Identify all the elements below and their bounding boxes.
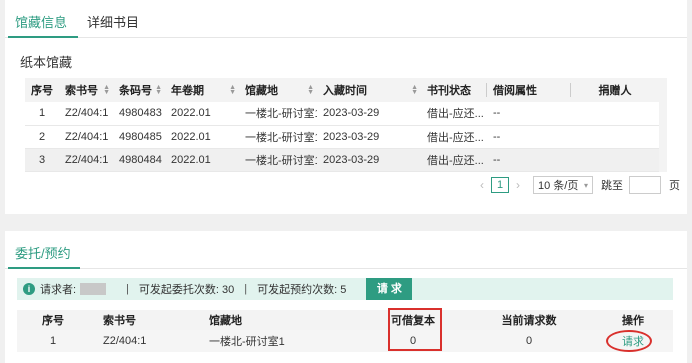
jump-label: 跳至 bbox=[601, 180, 623, 192]
next-page-icon[interactable]: › bbox=[511, 178, 525, 192]
holdings-table: 序号 索书号 ▲ ▼ 条码号 ▲ ▼ 年卷期 ▲ ▼ 馆藏地 ▲ ▼ 入藏时间 ▲ ▼ 书刊状态 借… bbox=[25, 78, 659, 172]
cell-call-number: Z2/404:1 bbox=[59, 102, 113, 126]
table-row: 1 Z2/404:1 一楼北-研讨室1 0 0 请求 bbox=[17, 330, 673, 352]
col-header-no: 序号 bbox=[17, 310, 89, 330]
section-title-paper-holdings: 纸本馆藏 bbox=[20, 55, 73, 70]
sort-icon[interactable]: ▲ ▼ bbox=[411, 84, 418, 96]
cell-call-number: Z2/404:1 bbox=[89, 330, 187, 352]
col-header-current-requests: 当前请求数 bbox=[465, 310, 593, 330]
page-number-current[interactable]: 1 bbox=[491, 177, 509, 193]
cell-location: 一楼北-研讨室1 bbox=[239, 148, 317, 172]
cell-volume: 2022.01 bbox=[165, 148, 239, 172]
cell-donor bbox=[571, 148, 659, 172]
cell-donor bbox=[571, 125, 659, 149]
active-tab-indicator bbox=[8, 267, 80, 269]
cell-status: 借出-应还... bbox=[421, 148, 487, 172]
requester-info-bar: i 请求者: | 可发起委托次数: 30 | 可发起预约次数: 5 请 求 bbox=[17, 278, 673, 300]
col-header-action: 操作 bbox=[593, 310, 673, 330]
chevron-down-icon: ▾ bbox=[583, 180, 588, 190]
col-header-date[interactable]: 入藏时间 ▲ ▼ bbox=[317, 78, 421, 102]
sort-icon[interactable]: ▲ ▼ bbox=[103, 84, 110, 96]
table-row[interactable]: 1 Z2/404:1 4980483 2022.01 一楼北-研讨室1 2023… bbox=[25, 102, 659, 126]
cell-loan-type: -- bbox=[487, 102, 571, 126]
cell-no: 1 bbox=[17, 330, 89, 352]
page-unit-label: 页 bbox=[669, 180, 680, 192]
table-row[interactable]: 2 Z2/404:1 4980485 2022.01 一楼北-研讨室1 2023… bbox=[25, 125, 659, 149]
pagination: ‹ 1 › 10 条/页 ▾ 跳至 页 bbox=[475, 176, 680, 194]
requester-name-redacted bbox=[80, 283, 107, 295]
cell-no: 1 bbox=[25, 102, 59, 126]
col-header-barcode[interactable]: 条码号 ▲ ▼ bbox=[113, 78, 165, 102]
request-button[interactable]: 请 求 bbox=[366, 278, 413, 300]
reservation-header-row: 序号 索书号 馆藏地 可借复本 当前请求数 操作 bbox=[17, 310, 673, 330]
sort-icon[interactable]: ▲ ▼ bbox=[155, 84, 162, 96]
cell-current-requests: 0 bbox=[465, 330, 593, 352]
separator: | bbox=[126, 283, 129, 295]
reserve-count-label: 可发起预约次数: 5 bbox=[257, 284, 347, 296]
col-header-call-number[interactable]: 索书号 ▲ ▼ bbox=[59, 78, 113, 102]
cell-date: 2023-03-29 bbox=[317, 148, 421, 172]
col-header-volume[interactable]: 年卷期 ▲ ▼ bbox=[165, 78, 239, 102]
highlight-ellipse-request-link bbox=[606, 330, 652, 352]
table-scrollbar[interactable] bbox=[659, 78, 667, 172]
cell-call-number: Z2/404:1 bbox=[59, 125, 113, 149]
cell-loan-type: -- bbox=[487, 148, 571, 172]
reservation-table: 序号 索书号 馆藏地 可借复本 当前请求数 操作 1 Z2/404:1 一楼北-… bbox=[17, 310, 673, 352]
cell-status: 借出-应还... bbox=[421, 102, 487, 126]
cell-volume: 2022.01 bbox=[165, 125, 239, 149]
cell-date: 2023-03-29 bbox=[317, 102, 421, 126]
col-header-location: 馆藏地 bbox=[187, 310, 361, 330]
active-tab-indicator bbox=[8, 36, 78, 38]
reservation-tab-title[interactable]: 委托/预约 bbox=[15, 243, 71, 262]
prev-page-icon[interactable]: ‹ bbox=[475, 178, 489, 192]
tab-holdings[interactable]: 馆藏信息 bbox=[15, 12, 67, 31]
tab-bibliography[interactable]: 详细书目 bbox=[87, 12, 139, 31]
cell-loan-type: -- bbox=[487, 125, 571, 149]
cell-location: 一楼北-研讨室1 bbox=[239, 102, 317, 126]
col-header-status[interactable]: 书刊状态 bbox=[421, 78, 487, 102]
page-size-value: 10 条/页 bbox=[538, 180, 579, 192]
reservation-panel: 委托/预约 i 请求者: | 可发起委托次数: 30 | 可发起预约次数: 5 … bbox=[5, 231, 687, 363]
divider bbox=[5, 268, 687, 269]
page-size-select[interactable]: 10 条/页 ▾ bbox=[533, 176, 593, 194]
col-header-location[interactable]: 馆藏地 ▲ ▼ bbox=[239, 78, 317, 102]
tab-bar: 馆藏信息 详细书目 bbox=[5, 0, 687, 38]
table-row[interactable]: 3 Z2/404:1 4980484 2022.01 一楼北-研讨室1 2023… bbox=[25, 148, 659, 172]
cell-barcode: 4980485 bbox=[113, 125, 165, 149]
separator: | bbox=[244, 283, 248, 295]
sort-icon[interactable]: ▲ ▼ bbox=[307, 84, 314, 96]
cell-date: 2023-03-29 bbox=[317, 125, 421, 149]
col-header-donor[interactable]: 捐赠人 bbox=[571, 78, 659, 102]
col-header-loan-type[interactable]: 借阅属性 bbox=[487, 78, 571, 102]
cell-volume: 2022.01 bbox=[165, 102, 239, 126]
requester-label: 请求者: bbox=[40, 284, 77, 296]
cell-status: 借出-应还... bbox=[421, 125, 487, 149]
holdings-panel: 馆藏信息 详细书目 纸本馆藏 序号 索书号 ▲ ▼ 条码号 ▲ ▼ 年卷期 ▲ ▼ 馆藏地 ▲… bbox=[5, 0, 687, 214]
holdings-header-row: 序号 索书号 ▲ ▼ 条码号 ▲ ▼ 年卷期 ▲ ▼ 馆藏地 ▲ ▼ 入藏时间 ▲ ▼ 书刊状态 借… bbox=[25, 78, 659, 102]
highlight-box-available-copies bbox=[388, 308, 442, 351]
cell-location: 一楼北-研讨室1 bbox=[187, 330, 361, 352]
cell-no: 2 bbox=[25, 125, 59, 149]
jump-page-input[interactable] bbox=[629, 176, 661, 194]
cell-call-number: Z2/404:1 bbox=[59, 148, 113, 172]
sort-icon[interactable]: ▲ ▼ bbox=[229, 84, 236, 96]
info-icon: i bbox=[23, 283, 35, 295]
col-header-no[interactable]: 序号 bbox=[25, 78, 59, 102]
cell-donor bbox=[571, 102, 659, 126]
delegate-count-label: 可发起委托次数: 30 bbox=[138, 284, 235, 296]
cell-location: 一楼北-研讨室1 bbox=[239, 125, 317, 149]
cell-barcode: 4980484 bbox=[113, 148, 165, 172]
cell-barcode: 4980483 bbox=[113, 102, 165, 126]
cell-no: 3 bbox=[25, 148, 59, 172]
col-header-call-number: 索书号 bbox=[89, 310, 187, 330]
